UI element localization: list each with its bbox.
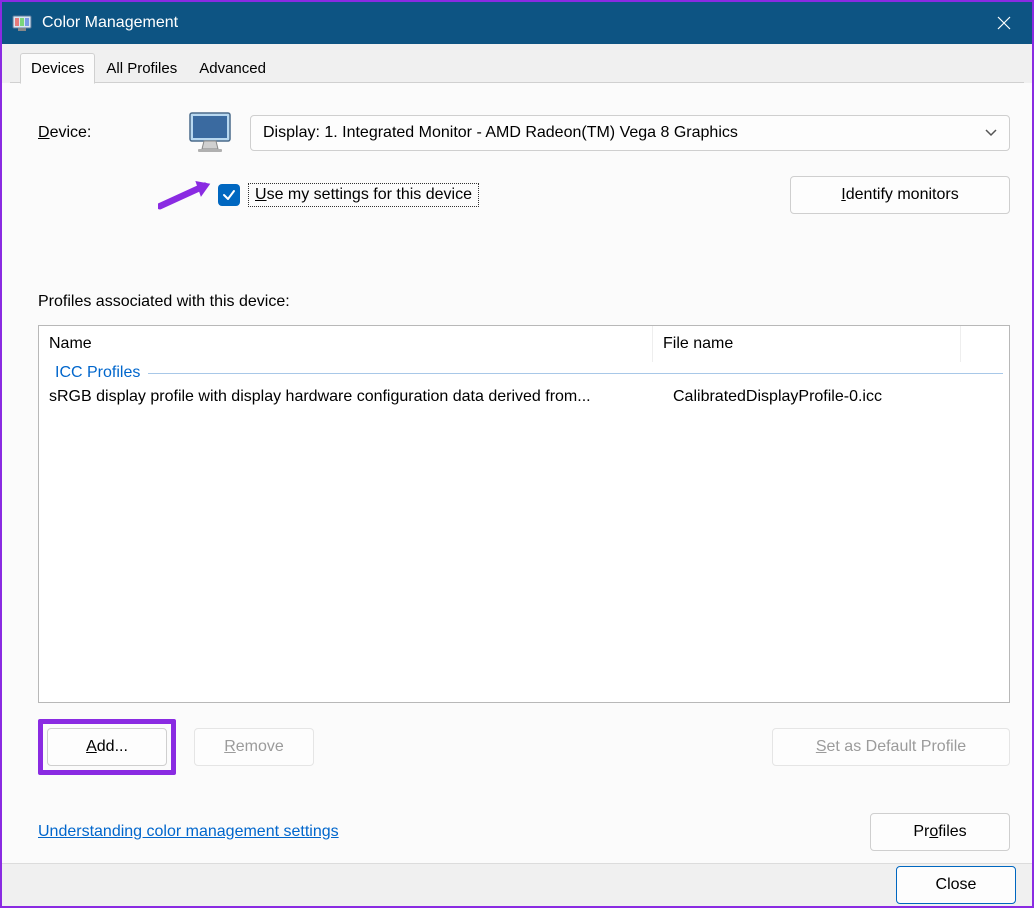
listview-cell-name: sRGB display profile with display hardwa…: [49, 388, 663, 406]
use-my-settings-checkbox[interactable]: [218, 184, 240, 206]
use-my-settings-label: Use my settings for this device: [248, 183, 479, 207]
add-button[interactable]: Add...: [47, 728, 167, 766]
listview-header: Name File name: [39, 326, 1009, 362]
tab-content-devices: Device: Display: 1. Integrated Monitor -…: [2, 83, 1032, 863]
window-title: Color Management: [42, 14, 976, 32]
chevron-down-icon: [985, 126, 997, 140]
device-select-value: Display: 1. Integrated Monitor - AMD Rad…: [263, 124, 738, 142]
tab-devices[interactable]: Devices: [20, 53, 95, 84]
tabstrip: Devices All Profiles Advanced: [2, 44, 1032, 83]
set-default-profile-button: Set as Default Profile: [772, 728, 1010, 766]
annotation-arrow-icon: [158, 179, 214, 211]
column-header-name[interactable]: Name: [39, 326, 653, 362]
remove-button: Remove: [194, 728, 314, 766]
annotation-highlight-box: Add...: [38, 719, 176, 775]
listview-row[interactable]: sRGB display profile with display hardwa…: [39, 384, 1009, 410]
tab-all-profiles[interactable]: All Profiles: [95, 53, 188, 84]
listview-group-icc: ICC Profiles: [39, 362, 1009, 384]
link-row: Understanding color management settings …: [38, 813, 1010, 851]
profiles-associated-label: Profiles associated with this device:: [38, 293, 1010, 311]
device-row: Device: Display: 1. Integrated Monitor -…: [38, 109, 1010, 157]
close-button[interactable]: Close: [896, 866, 1016, 904]
profiles-button[interactable]: Profiles: [870, 813, 1010, 851]
list-buttons-row: Add... Remove Set as Default Profile: [38, 719, 1010, 775]
device-select[interactable]: Display: 1. Integrated Monitor - AMD Rad…: [250, 115, 1010, 151]
tab-advanced[interactable]: Advanced: [188, 53, 277, 84]
identify-monitors-button[interactable]: Identify monitors: [790, 176, 1010, 214]
color-management-window: Color Management Devices All Profiles Ad…: [0, 0, 1034, 908]
understanding-link[interactable]: Understanding color management settings: [38, 823, 339, 841]
listview-cell-filename: CalibratedDisplayProfile-0.icc: [663, 388, 882, 406]
device-label: Device:: [38, 124, 178, 142]
profiles-listview[interactable]: Name File name ICC Profiles sRGB display…: [38, 325, 1010, 703]
monitor-icon: [186, 109, 234, 157]
column-header-filename[interactable]: File name: [653, 326, 961, 362]
titlebar: Color Management: [2, 2, 1032, 44]
app-icon: [12, 13, 32, 33]
close-window-button[interactable]: [976, 2, 1032, 44]
use-my-settings-row: Use my settings for this device Identify…: [38, 167, 1010, 223]
dialog-footer: Close: [2, 863, 1032, 906]
